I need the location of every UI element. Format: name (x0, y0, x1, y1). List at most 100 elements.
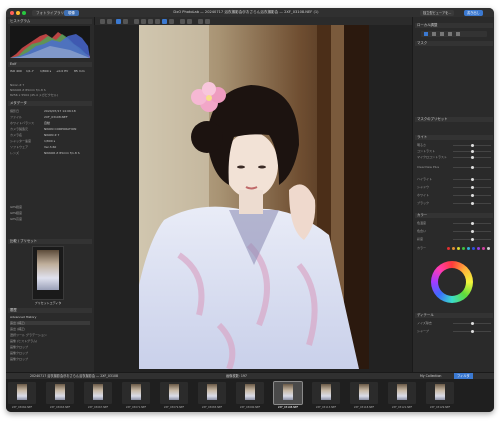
local-adjust-header[interactable]: ローカル調整 (415, 23, 493, 28)
lens-line: NIKKOR Z 85mm f/1.8 S (10, 88, 46, 92)
compare-icon[interactable] (100, 18, 105, 24)
history-item[interactable]: 露出 (補正) (10, 327, 90, 331)
app-window: フォトライブラリー 現像 DxO PhotoLab — 20240717 浴衣撮… (6, 8, 494, 412)
mask-preset-section[interactable]: マスクのプリセット (415, 117, 493, 122)
metadata-row: カメラ名 NIKON Z 7 (10, 133, 60, 137)
preset-header[interactable]: 比較 / プリセット (8, 239, 92, 244)
main-photo[interactable] (139, 25, 369, 369)
filmstrip-thumb[interactable] (426, 382, 454, 404)
histogram-header[interactable]: ヒストグラム (8, 19, 92, 24)
history-header[interactable]: 履歴 (8, 308, 92, 313)
color-dot[interactable] (457, 246, 460, 250)
color-dot[interactable] (462, 246, 465, 250)
color-dot[interactable] (447, 246, 450, 250)
filmstrip-label: 2XF_03079.NEF (163, 406, 185, 409)
history-item[interactable]: 画像クロップ (10, 345, 90, 349)
color-wheel[interactable] (431, 261, 473, 303)
slider[interactable] (453, 143, 491, 147)
history-item[interactable]: 画像クロップ (10, 357, 90, 361)
brush-tool-icon[interactable] (424, 32, 428, 36)
slider-label: マイクロコントラスト (417, 155, 447, 159)
zoom-100-icon[interactable] (123, 18, 128, 24)
filmstrip-thumb-selected[interactable] (273, 381, 303, 405)
auto-mask-tool-icon[interactable] (456, 32, 460, 36)
perspective-tool-icon[interactable] (148, 18, 153, 24)
detail-section[interactable]: ディテール (415, 313, 493, 318)
color-dot[interactable] (487, 246, 490, 250)
slider[interactable] (453, 155, 491, 159)
filmstrip-thumb[interactable] (160, 382, 188, 404)
left-panel: ヒストグラム Exif ISO 400 1/1.7 1/800 s +0.0 E… (6, 17, 95, 372)
preset-thumbnail[interactable] (32, 246, 64, 300)
minimize-window-button[interactable] (16, 10, 20, 15)
slider-label: ブラック (417, 201, 430, 205)
crop-tool-icon[interactable] (134, 18, 139, 24)
history-item[interactable]: 露出 (補正) (10, 321, 90, 325)
mask-section[interactable]: マスク (415, 41, 493, 46)
filmstrip-thumb[interactable] (84, 382, 112, 404)
color-dot[interactable] (452, 246, 455, 250)
local-adjust-tool-icon[interactable] (162, 18, 167, 24)
slider[interactable] (453, 201, 491, 205)
red-eye-tool-icon[interactable] (169, 18, 174, 24)
history-item[interactable]: 選択ツール グラデーション (10, 333, 90, 337)
slider[interactable] (453, 321, 491, 325)
standalone-viewer-button[interactable]: 独立型ビューアを... (420, 9, 455, 16)
slider[interactable] (453, 229, 491, 233)
color-dot[interactable] (482, 246, 485, 250)
filmstrip-thumb[interactable] (236, 382, 264, 404)
filmstrip-thumb[interactable] (8, 382, 36, 404)
control-point-tool-icon[interactable] (448, 32, 452, 36)
advanced-history-label: Advanced History (10, 315, 37, 319)
slider-label: シャドウ (417, 185, 430, 189)
filmstrip-thumb[interactable] (388, 382, 416, 404)
preview-icon[interactable] (205, 18, 210, 24)
slider[interactable] (453, 149, 491, 153)
white-balance-picker-icon[interactable] (180, 18, 185, 24)
camera-line: Nikon Z 7 (10, 83, 25, 87)
loupe-icon[interactable] (187, 18, 192, 24)
slider-label: ホワイト (417, 193, 430, 197)
tab-customize[interactable]: 現像 (64, 9, 79, 16)
image-viewer[interactable] (94, 25, 412, 372)
filmstrip-label: 2XF_03108.NEF (277, 406, 299, 409)
exif-focal: 85 mm (74, 69, 85, 73)
metadata-header[interactable]: メタデータ (8, 101, 92, 106)
color-dots-row: カラー (417, 246, 491, 250)
eraser-tool-icon[interactable] (432, 32, 436, 36)
slider[interactable] (453, 185, 491, 189)
slider[interactable] (453, 165, 491, 169)
history-item[interactable]: 画像クロップ (10, 351, 90, 355)
close-window-button[interactable] (10, 10, 14, 15)
metadata-row: ソフトウェア Ver.3.60 (10, 145, 57, 149)
slider[interactable] (453, 221, 491, 225)
split-view-icon[interactable] (107, 18, 112, 24)
slider[interactable] (453, 177, 491, 181)
slider[interactable] (453, 193, 491, 197)
slider[interactable] (453, 237, 491, 241)
color-dot[interactable] (467, 246, 470, 250)
horizon-tool-icon[interactable] (141, 18, 146, 24)
grid-icon[interactable] (198, 18, 203, 24)
filmstrip-thumb[interactable] (350, 382, 378, 404)
filmstrip-thumb[interactable] (122, 382, 150, 404)
filmstrip-thumb[interactable] (198, 382, 226, 404)
retouch-tool-icon[interactable] (155, 18, 160, 24)
color-section[interactable]: カラー (415, 213, 493, 218)
gradient-tool-icon[interactable] (440, 32, 444, 36)
history-item[interactable]: 画像 (ヒストグラム) (10, 339, 90, 343)
zoom-window-button[interactable] (22, 10, 26, 15)
fit-view-icon[interactable] (116, 18, 121, 24)
filmstrip-thumb[interactable] (46, 382, 74, 404)
light-section[interactable]: ライト (415, 135, 493, 140)
export-button[interactable]: 書き出し (464, 9, 483, 16)
slider-label: ノイズ除去 (417, 321, 432, 325)
exif-ev: +0.0 EV (56, 69, 69, 73)
filmstrip-thumb[interactable] (312, 382, 340, 404)
exif-header[interactable]: Exif (8, 62, 92, 67)
color-dot[interactable] (477, 246, 480, 250)
metadata-row: 撮影日 2024/07/17 14:06:18 (10, 109, 76, 113)
color-dot[interactable] (472, 246, 475, 250)
preset-editor-label[interactable]: プリセットエディタ (28, 301, 68, 305)
slider[interactable] (453, 329, 491, 333)
